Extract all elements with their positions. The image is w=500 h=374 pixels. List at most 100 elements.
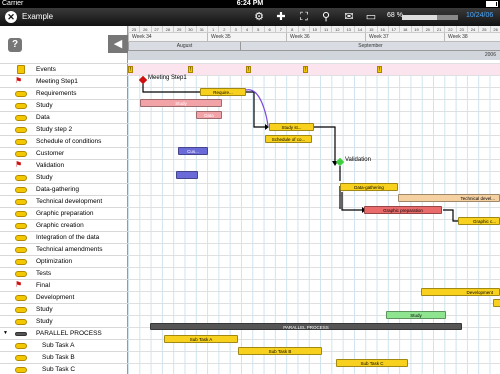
task-row[interactable]: ⚑ Meeting Step1 [0,75,128,87]
milestone-label: Validation [345,157,371,163]
flag-icon: ⚑ [15,280,23,289]
clock: 6:24 PM [236,0,264,7]
document-title: Example [22,12,54,21]
task-row[interactable]: Tests [0,267,128,279]
task-row[interactable]: Sub Task B [0,351,128,363]
task-icon [15,319,27,325]
task-row-label: Study [36,306,53,313]
task-row[interactable]: Graphic preparation [0,207,128,219]
task-row[interactable]: Events [0,63,128,75]
task-icon [15,175,27,181]
gear-icon[interactable]: ⚙ [251,10,267,24]
task-row-label: Customer [36,150,65,157]
task-bar[interactable]: Sub Task B [238,347,322,355]
expand-triangle-icon[interactable]: ▼ [3,328,8,339]
task-row[interactable]: Schedule of conditions [0,135,128,147]
task-bar[interactable]: Graphic c... [458,217,500,225]
warning-icon [17,65,25,74]
task-row-label: Schedule of conditions [36,138,102,145]
task-icon [15,127,27,133]
task-row[interactable]: Customer [0,147,128,159]
task-row[interactable]: Development [0,291,128,303]
task-list-panel: ? ◀ Events ⚑ Meeting Step1 Requirements Stud… [0,26,128,374]
task-icon [15,103,27,109]
task-icon [15,343,27,349]
task-bar[interactable] [493,299,500,307]
task-row-label: Development [36,294,75,301]
task-icon [15,91,27,97]
task-row[interactable]: Technical development [0,195,128,207]
status-bar: Carrier 6:24 PM [0,0,500,8]
task-icon [15,199,27,205]
task-row[interactable]: ⚑ Validation [0,159,128,171]
task-bar[interactable] [176,171,198,179]
monitor-icon[interactable]: ▭ [363,10,379,24]
task-icon [15,367,27,373]
task-row[interactable]: ⚑ Final [0,279,128,291]
task-bar[interactable]: Sub Task C [336,359,408,367]
task-row-label: Graphic creation [36,222,84,229]
task-row[interactable]: Data-gathering [0,183,128,195]
task-row[interactable]: Study [0,315,128,327]
task-row-label: Study [36,174,53,181]
task-row[interactable]: Data [0,111,128,123]
task-row-label: Tests [36,270,52,277]
task-icon [15,223,27,229]
task-row[interactable]: Optimization [0,255,128,267]
task-row-label: Final [36,282,51,289]
task-bar[interactable]: Development [421,288,500,296]
task-row[interactable]: Sub Task A [0,339,128,351]
current-date[interactable]: 10/24/06 [466,12,493,19]
task-row[interactable]: Requirements [0,87,128,99]
task-icon [15,139,27,145]
task-row[interactable]: Study [0,303,128,315]
task-row[interactable]: Study [0,99,128,111]
task-bar[interactable]: Study st... [269,123,314,131]
task-bar[interactable]: Data-gathering [340,183,398,191]
task-icon [15,235,27,241]
plus-icon[interactable]: ✚ [273,10,289,24]
gantt-chart: 25 26 27 28 29 30 31 1 2 3 4 5 6 7 8 9 10 11 12 13 14 15 16 17 1… [128,26,500,374]
zoom-slider[interactable] [402,15,458,20]
task-bar[interactable]: Graphic preparation [364,206,442,214]
task-row-label: Integration of the data [36,234,100,241]
task-bar[interactable]: Sub Task A [164,335,238,343]
back-arrow-icon[interactable]: ◀ [108,35,128,53]
task-row-label: Meeting Step1 [36,78,78,85]
close-icon[interactable]: ✕ [5,11,17,23]
task-row[interactable]: ▼ PARALLEL PROCESS [0,327,128,339]
task-row[interactable]: Graphic creation [0,219,128,231]
task-icon [15,115,27,121]
task-bar[interactable]: Study [140,99,222,107]
task-row-label: Sub Task B [42,354,75,361]
task-icon [15,151,27,157]
zoom-level: 68 % [387,12,403,19]
task-bar[interactable]: Technical devel... [398,194,500,202]
toolbar: ✕ Example ⚙ ✚ ⛶ ⚲ ✉ ▭ 68 % 10/24/06 [0,8,500,26]
group-summary-bar[interactable]: PARALLEL PROCESS [150,323,462,330]
task-row[interactable]: Study [0,171,128,183]
task-row-label: PARALLEL PROCESS [36,330,102,337]
task-row[interactable]: Integration of the data [0,231,128,243]
task-row[interactable]: Study step 2 [0,123,128,135]
task-icon [15,259,27,265]
task-row-label: Data-gathering [36,186,79,193]
mail-icon[interactable]: ✉ [341,10,357,24]
task-bar[interactable]: Schedule of co... [265,135,312,143]
group-icon [15,332,27,336]
task-row-label: Study step 2 [36,126,73,133]
app-window: Carrier 6:24 PM ✕ Example ⚙ ✚ ⛶ ⚲ ✉ ▭ 68… [0,0,500,374]
task-bar[interactable]: Data [196,111,222,119]
task-row[interactable]: Technical amendments [0,243,128,255]
task-bar[interactable]: Study [386,311,446,319]
milestone-label: Meeting Step1 [148,75,187,81]
task-row[interactable]: Sub Task C [0,363,128,374]
task-bar[interactable]: Cus... [178,147,208,155]
task-icon [15,295,27,301]
help-icon[interactable]: ? [8,38,22,52]
task-icon [15,187,27,193]
task-bar[interactable]: Require... [200,88,246,96]
search-icon[interactable]: ⚲ [318,10,334,24]
battery-icon [486,1,498,7]
crop-icon[interactable]: ⛶ [296,10,312,24]
